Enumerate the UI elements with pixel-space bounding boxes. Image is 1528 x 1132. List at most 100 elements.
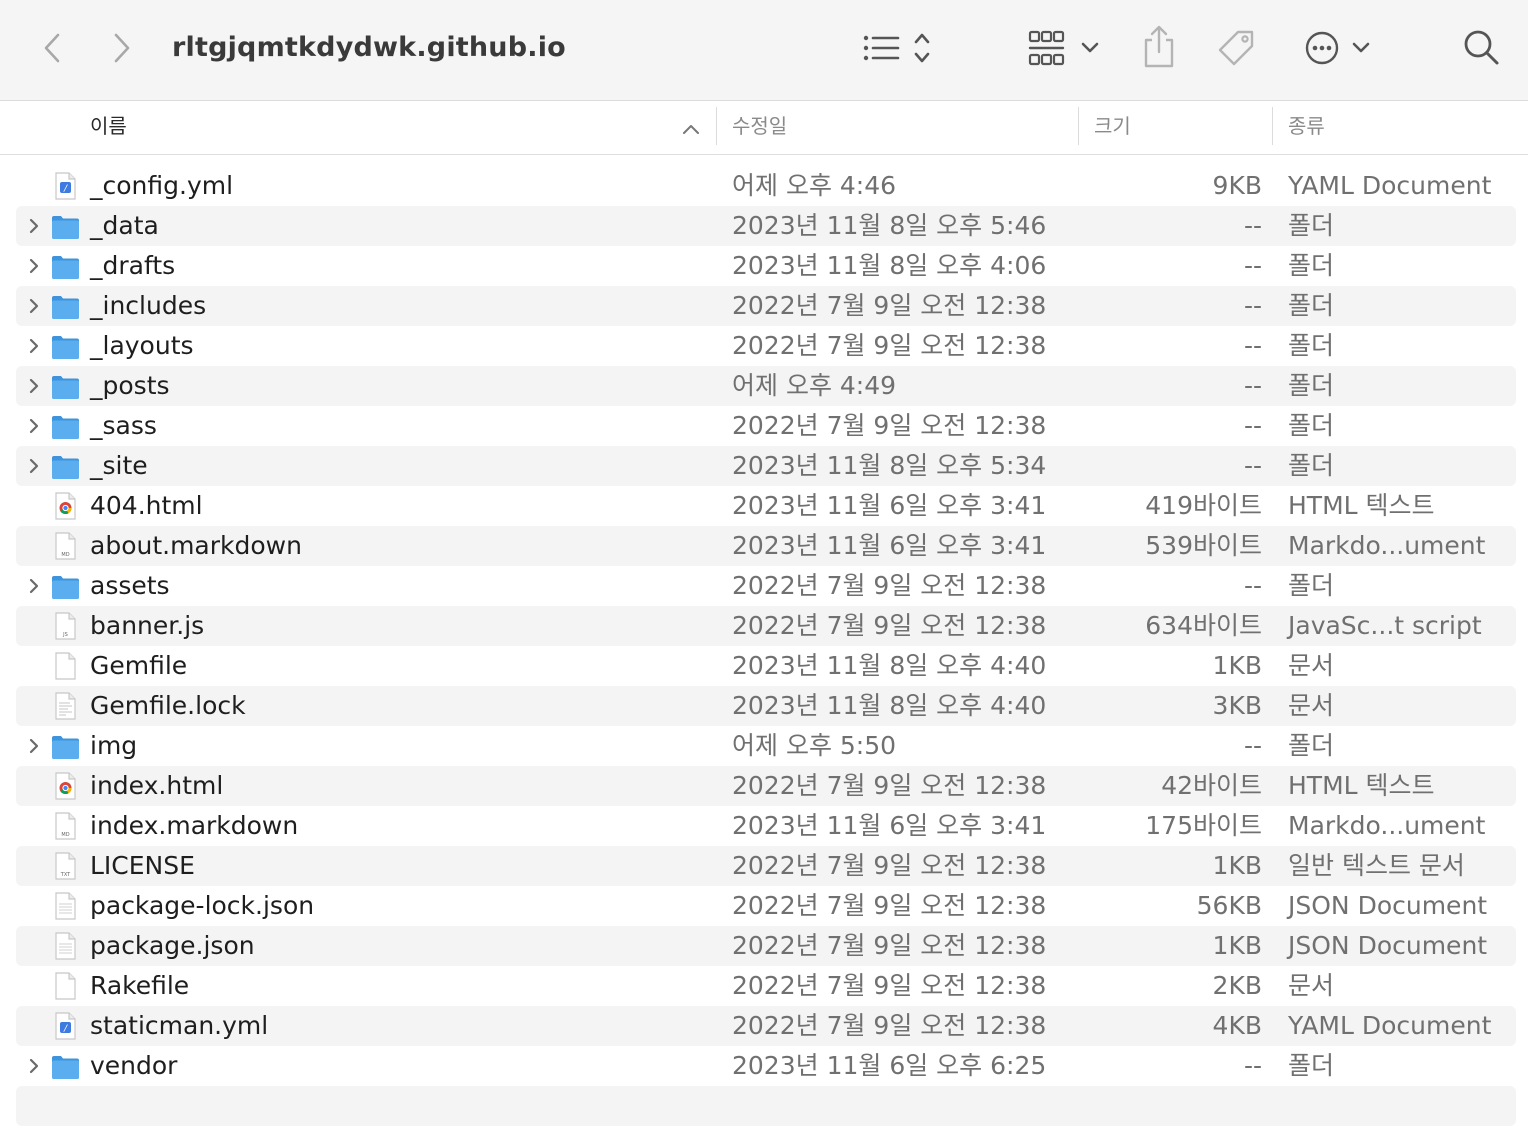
svg-text:MD: MD: [61, 552, 69, 558]
file-name: _sass: [90, 411, 157, 440]
share-icon[interactable]: [1140, 24, 1178, 70]
group-icon[interactable]: [1026, 26, 1104, 70]
folder-row[interactable]: _drafts 2023년 11월 8일 오후 4:06 -- 폴더: [16, 246, 1516, 286]
column-modified[interactable]: 수정일: [732, 101, 787, 154]
column-name[interactable]: 이름: [90, 101, 127, 154]
file-name: Rakefile: [90, 971, 190, 1000]
file-modified-date: 2022년 7월 9일 오전 12:38: [732, 611, 1047, 640]
txt-file-icon: TXT: [50, 851, 80, 881]
search-icon[interactable]: [1460, 26, 1502, 68]
folder-row[interactable]: _sass 2022년 7월 9일 오전 12:38 -- 폴더: [16, 406, 1516, 446]
file-name: Gemfile.lock: [90, 691, 246, 720]
file-kind: 폴더: [1288, 451, 1335, 480]
yaml-file-icon: /: [50, 1011, 80, 1041]
more-icon[interactable]: [1300, 26, 1374, 70]
forward-icon[interactable]: [106, 28, 138, 68]
file-name: staticman.yml: [90, 1011, 269, 1040]
blank-file-icon: [50, 971, 80, 1001]
file-modified-date: 2022년 7월 9일 오전 12:38: [732, 931, 1047, 960]
file-size: 634바이트: [1145, 611, 1262, 640]
disclosure-chevron-icon[interactable]: [24, 216, 44, 236]
file-kind: 폴더: [1288, 331, 1335, 360]
file-size: --: [1243, 291, 1262, 320]
file-name: _includes: [90, 291, 207, 320]
markdown-file-icon: MD: [50, 811, 80, 841]
file-row[interactable]: Gemfile.lock 2023년 11월 8일 오후 4:40 3KB 문서: [16, 686, 1516, 726]
file-modified-date: 2022년 7월 9일 오전 12:38: [732, 1011, 1047, 1040]
disclosure-chevron-icon[interactable]: [24, 456, 44, 476]
folder-row[interactable]: img 어제 오후 5:50 -- 폴더: [16, 726, 1516, 766]
sort-ascending-icon[interactable]: [682, 120, 700, 139]
folder-row[interactable]: _site 2023년 11월 8일 오후 5:34 -- 폴더: [16, 446, 1516, 486]
file-kind: HTML 텍스트: [1288, 771, 1435, 800]
file-row[interactable]: / staticman.yml 2022년 7월 9일 오전 12:38 4KB YAM…: [16, 1006, 1516, 1046]
file-row[interactable]: Gemfile 2023년 11월 8일 오후 4:40 1KB 문서: [16, 646, 1516, 686]
file-row[interactable]: MD index.markdown 2023년 11월 6일 오후 3:41 175바…: [16, 806, 1516, 846]
file-kind: Markdo...ument: [1288, 531, 1486, 560]
disclosure-chevron-icon[interactable]: [24, 416, 44, 436]
column-kind[interactable]: 종류: [1288, 101, 1325, 154]
file-size: --: [1243, 371, 1262, 400]
column-size[interactable]: 크기: [1094, 101, 1131, 154]
folder-icon: [50, 411, 80, 441]
disclosure-chevron-icon[interactable]: [24, 736, 44, 756]
file-kind: JavaSc...t script: [1288, 611, 1482, 640]
folder-row[interactable]: _includes 2022년 7월 9일 오전 12:38 -- 폴더: [16, 286, 1516, 326]
file-size: 42바이트: [1161, 771, 1262, 800]
file-size: 9KB: [1212, 171, 1262, 200]
file-name: _layouts: [90, 331, 194, 360]
file-modified-date: 2023년 11월 6일 오후 3:41: [732, 491, 1047, 520]
file-size: --: [1243, 571, 1262, 600]
folder-row[interactable]: _data 2023년 11월 8일 오후 5:46 -- 폴더: [16, 206, 1516, 246]
file-row[interactable]: TXT LICENSE 2022년 7월 9일 오전 12:38 1KB 일반 텍스트 …: [16, 846, 1516, 886]
disclosure-chevron-icon[interactable]: [24, 1056, 44, 1076]
folder-icon: [50, 331, 80, 361]
file-modified-date: 2022년 7월 9일 오전 12:38: [732, 571, 1047, 600]
file-modified-date: 2022년 7월 9일 오전 12:38: [732, 411, 1047, 440]
file-size: 175바이트: [1145, 811, 1262, 840]
file-modified-date: 2022년 7월 9일 오전 12:38: [732, 971, 1047, 1000]
folder-row[interactable]: _posts 어제 오후 4:49 -- 폴더: [16, 366, 1516, 406]
disclosure-chevron-icon[interactable]: [24, 256, 44, 276]
file-kind: 폴더: [1288, 731, 1335, 760]
file-modified-date: 2023년 11월 6일 오후 6:25: [732, 1051, 1047, 1080]
file-kind: 폴더: [1288, 571, 1335, 600]
folder-row[interactable]: _layouts 2022년 7월 9일 오전 12:38 -- 폴더: [16, 326, 1516, 366]
column-separator[interactable]: [1272, 107, 1273, 145]
file-row[interactable]: / _config.yml 어제 오후 4:46 9KB YAML Document: [16, 166, 1516, 206]
file-modified-date: 2023년 11월 8일 오후 4:40: [732, 651, 1047, 680]
file-row[interactable]: package-lock.json 2022년 7월 9일 오전 12:38 56K…: [16, 886, 1516, 926]
column-separator[interactable]: [716, 107, 717, 145]
disclosure-chevron-icon[interactable]: [24, 296, 44, 316]
file-name: img: [90, 731, 138, 760]
list-view-icon[interactable]: [858, 28, 938, 68]
back-icon[interactable]: [36, 28, 68, 68]
file-modified-date: 2022년 7월 9일 오전 12:38: [732, 291, 1047, 320]
file-name: index.markdown: [90, 811, 299, 840]
file-size: 56KB: [1196, 891, 1262, 920]
file-modified-date: 어제 오후 5:50: [732, 731, 897, 760]
file-row[interactable]: Rakefile 2022년 7월 9일 오전 12:38 2KB 문서: [16, 966, 1516, 1006]
file-kind: 폴더: [1288, 251, 1335, 280]
file-row[interactable]: index.html 2022년 7월 9일 오전 12:38 42바이트 HTML …: [16, 766, 1516, 806]
disclosure-chevron-icon[interactable]: [24, 576, 44, 596]
file-row[interactable]: package.json 2022년 7월 9일 오전 12:38 1KB JSON …: [16, 926, 1516, 966]
folder-row[interactable]: vendor 2023년 11월 6일 오후 6:25 -- 폴더: [16, 1046, 1516, 1086]
file-row[interactable]: 404.html 2023년 11월 6일 오후 3:41 419바이트 HTML 텍…: [16, 486, 1516, 526]
chrome-html-icon: [50, 771, 80, 801]
column-separator[interactable]: [1078, 107, 1079, 145]
folder-row[interactable]: assets 2022년 7월 9일 오전 12:38 -- 폴더: [16, 566, 1516, 606]
file-name: _posts: [90, 371, 170, 400]
file-row[interactable]: MD about.markdown 2023년 11월 6일 오후 3:41 539바…: [16, 526, 1516, 566]
file-row[interactable]: JS banner.js 2022년 7월 9일 오전 12:38 634바이트 Jav…: [16, 606, 1516, 646]
file-name: about.markdown: [90, 531, 302, 560]
file-kind: 폴더: [1288, 1051, 1335, 1080]
file-kind: 일반 텍스트 문서: [1288, 851, 1465, 880]
window-title: rltgjqmtkdydwk.github.io: [172, 32, 566, 63]
blank-file-icon: [50, 651, 80, 681]
disclosure-chevron-icon[interactable]: [24, 336, 44, 356]
file-size: --: [1243, 731, 1262, 760]
disclosure-chevron-icon[interactable]: [24, 376, 44, 396]
file-kind: 폴더: [1288, 211, 1335, 240]
tag-icon[interactable]: [1214, 26, 1260, 70]
